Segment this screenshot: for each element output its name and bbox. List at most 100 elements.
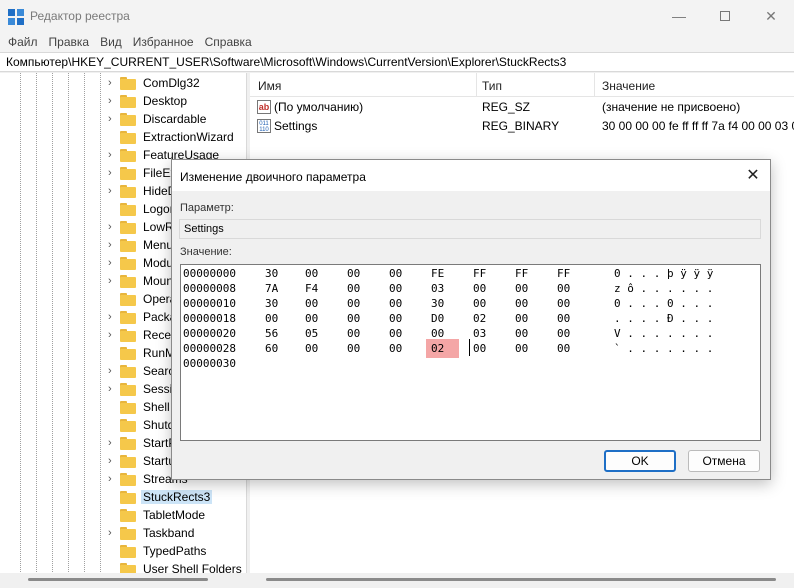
menu-edit[interactable]: Правка	[45, 35, 94, 49]
hex-byte[interactable]: 00	[515, 282, 539, 295]
chevron-right-icon[interactable]: ›	[108, 329, 120, 341]
maximize-button[interactable]	[702, 0, 748, 32]
hex-byte[interactable]: FE	[431, 267, 455, 280]
hex-byte[interactable]: 03	[431, 282, 455, 295]
hex-byte[interactable]: F4	[305, 282, 329, 295]
ok-button[interactable]: OK	[604, 450, 676, 472]
chevron-right-icon[interactable]: ›	[108, 221, 120, 233]
hex-byte[interactable]: 00	[389, 327, 413, 340]
param-name-field: Settings	[179, 219, 761, 239]
minimize-button[interactable]: —	[656, 0, 702, 32]
hex-byte[interactable]: 00	[557, 282, 581, 295]
hex-byte[interactable]: FF	[515, 267, 539, 280]
hex-byte[interactable]: 02	[473, 312, 497, 325]
chevron-right-icon[interactable]: ›	[108, 455, 120, 467]
chevron-right-icon[interactable]: ›	[108, 77, 120, 89]
hex-byte[interactable]: 60	[265, 342, 289, 355]
hex-byte[interactable]: 30	[431, 297, 455, 310]
hex-byte[interactable]: 30	[265, 267, 289, 280]
chevron-right-icon[interactable]: ›	[108, 149, 120, 161]
list-horizontal-scrollbar[interactable]	[250, 573, 794, 588]
tree-item[interactable]: ExtractionWizard	[108, 128, 236, 146]
menu-view[interactable]: Вид	[96, 35, 126, 49]
hex-byte[interactable]: 00	[473, 282, 497, 295]
tree-item[interactable]: TypedPaths	[108, 542, 208, 560]
hex-byte[interactable]: 03	[473, 327, 497, 340]
hex-byte[interactable]: 00	[389, 342, 413, 355]
chevron-right-icon[interactable]: ›	[108, 167, 120, 179]
hex-byte[interactable]: 00	[347, 282, 371, 295]
hex-byte[interactable]: 00	[515, 297, 539, 310]
hex-editor[interactable]: 00000000 30 00 00 00 FE FF FF FF 0 . . . þ ÿ ÿ ÿ0…	[180, 264, 761, 441]
chevron-right-icon[interactable]: ›	[108, 257, 120, 269]
hex-byte[interactable]: 00	[265, 312, 289, 325]
tree-item[interactable]: › Discardable	[108, 110, 208, 128]
tree-item[interactable]: TabletMode	[108, 506, 207, 524]
hex-byte[interactable]: 00	[389, 282, 413, 295]
chevron-right-icon[interactable]: ›	[108, 185, 120, 197]
hex-byte[interactable]: 00	[389, 267, 413, 280]
chevron-right-icon[interactable]: ›	[108, 473, 120, 485]
hex-byte[interactable]: 00	[389, 312, 413, 325]
chevron-right-icon[interactable]: ›	[108, 113, 120, 125]
dialog-close-button[interactable]: ✕	[742, 165, 764, 187]
hex-byte[interactable]: 00	[515, 342, 539, 355]
hex-byte[interactable]: 00	[347, 327, 371, 340]
cancel-button[interactable]: Отмена	[688, 450, 760, 472]
hex-row: 00000000 30 00 00 00 FE FF FF FF 0 . . . þ ÿ ÿ ÿ	[181, 266, 760, 281]
value-row-settings[interactable]: 011 110 Settings REG_BINARY 30 00 00 00 f…	[250, 117, 794, 136]
hex-byte[interactable]: 00	[557, 312, 581, 325]
hex-byte[interactable]: 00	[347, 312, 371, 325]
hex-byte[interactable]: 00	[473, 342, 497, 355]
chevron-right-icon[interactable]: ›	[108, 275, 120, 287]
tree-item[interactable]: › Taskband	[108, 524, 196, 542]
chevron-right-icon[interactable]: ›	[108, 239, 120, 251]
hex-byte[interactable]: 00	[305, 297, 329, 310]
chevron-right-icon[interactable]: ›	[108, 95, 120, 107]
menu-file[interactable]: Файл	[4, 35, 42, 49]
hex-byte[interactable]: 7A	[265, 282, 289, 295]
chevron-right-icon[interactable]: ›	[108, 383, 120, 395]
hex-byte[interactable]: D0	[431, 312, 455, 325]
tree-item[interactable]: StuckRects3	[108, 488, 213, 506]
hex-byte[interactable]: FF	[557, 267, 581, 280]
folder-icon	[120, 382, 136, 396]
menu-favorites[interactable]: Избранное	[129, 35, 198, 49]
value-row-default[interactable]: ab (По умолчанию) REG_SZ (значение не пр…	[250, 98, 794, 117]
hex-byte[interactable]: 00	[305, 342, 329, 355]
hex-byte[interactable]: 00	[557, 297, 581, 310]
address-bar[interactable]: Компьютер\HKEY_CURRENT_USER\Software\Mic…	[0, 52, 794, 72]
hex-byte[interactable]: 02	[431, 342, 455, 355]
folder-icon	[120, 130, 136, 144]
chevron-right-icon[interactable]: ›	[108, 527, 120, 539]
hex-byte[interactable]: 00	[347, 342, 371, 355]
chevron-right-icon[interactable]: ›	[108, 365, 120, 377]
hex-byte[interactable]: 00	[347, 267, 371, 280]
tree-item[interactable]: › ComDlg32	[108, 74, 202, 92]
hex-byte[interactable]: 05	[305, 327, 329, 340]
column-name-header[interactable]: Имя	[258, 79, 281, 93]
scroll-thumb[interactable]	[28, 578, 208, 581]
hex-byte[interactable]: 00	[515, 327, 539, 340]
hex-byte[interactable]: 00	[347, 297, 371, 310]
tree-item[interactable]: › Desktop	[108, 92, 189, 110]
close-button[interactable]: ✕	[748, 0, 794, 32]
hex-byte[interactable]: 00	[515, 312, 539, 325]
hex-byte[interactable]: 56	[265, 327, 289, 340]
menu-help[interactable]: Справка	[201, 35, 256, 49]
hex-byte[interactable]: 00	[557, 342, 581, 355]
hex-byte[interactable]: 00	[473, 297, 497, 310]
scroll-thumb[interactable]	[266, 578, 776, 581]
hex-byte[interactable]: 00	[557, 327, 581, 340]
hex-byte[interactable]: 30	[265, 297, 289, 310]
hex-byte[interactable]: FF	[473, 267, 497, 280]
column-type-header[interactable]: Тип	[482, 79, 502, 93]
tree-horizontal-scrollbar[interactable]	[0, 573, 247, 588]
chevron-right-icon[interactable]: ›	[108, 311, 120, 323]
folder-icon	[120, 436, 136, 450]
hex-byte[interactable]: 00	[305, 312, 329, 325]
hex-byte[interactable]: 00	[305, 267, 329, 280]
column-value-header[interactable]: Значение	[602, 79, 655, 93]
chevron-right-icon[interactable]: ›	[108, 437, 120, 449]
hex-byte[interactable]: 00	[389, 297, 413, 310]
